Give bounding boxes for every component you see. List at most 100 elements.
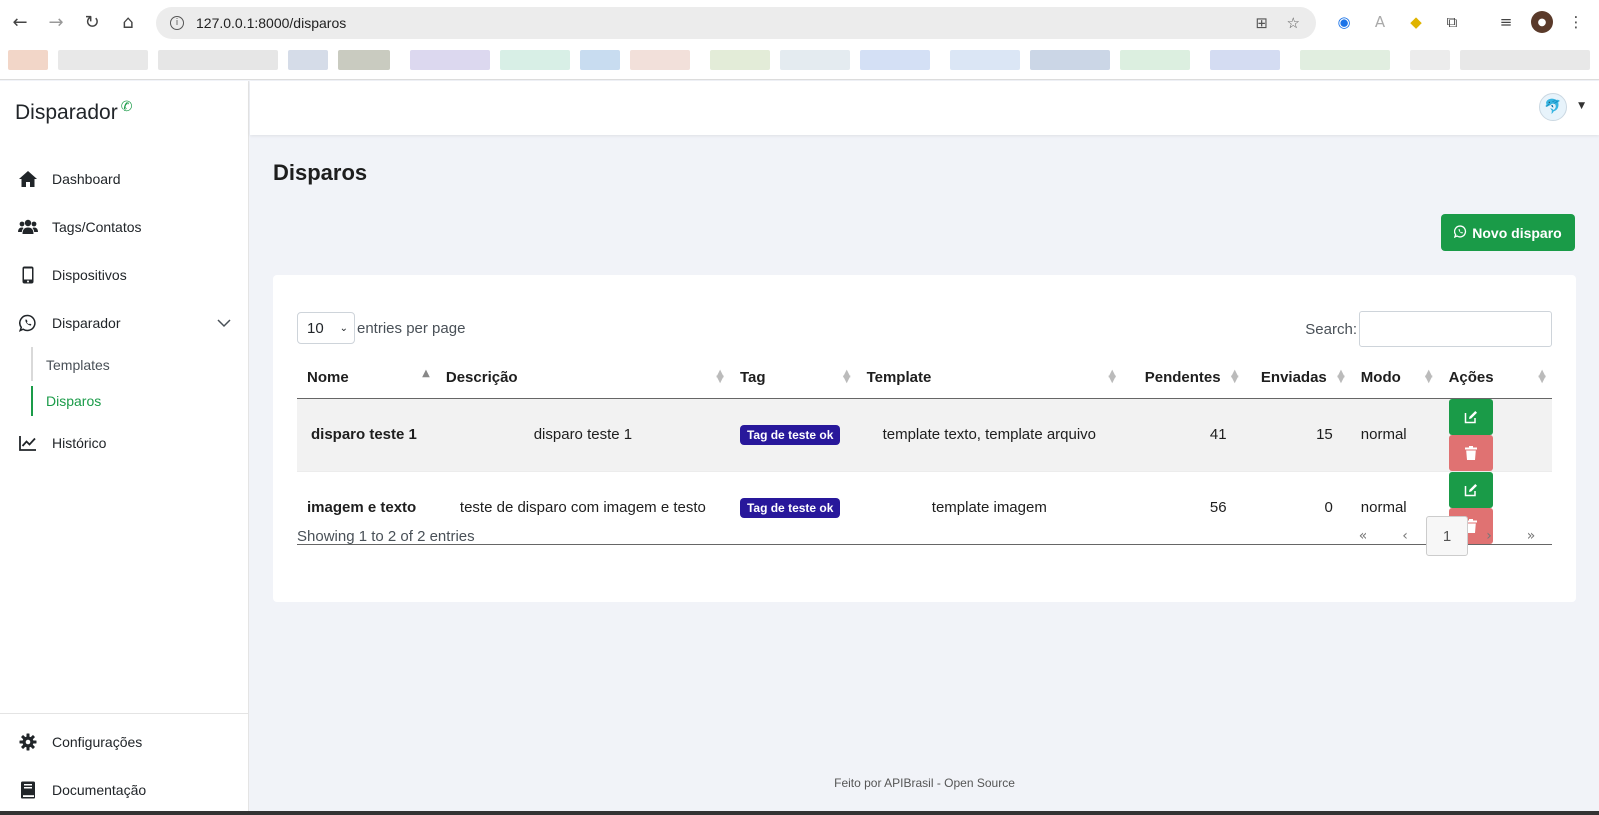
bookmark-item[interactable] (410, 50, 490, 70)
users-icon (18, 217, 38, 237)
sort-icon: ▲ ▼ (1424, 368, 1433, 385)
column-header-modo[interactable]: Modo ▲ ▼ (1350, 358, 1439, 399)
pager-first[interactable]: « (1342, 516, 1384, 556)
bookmark-item[interactable] (580, 50, 620, 70)
trash-icon (1464, 445, 1477, 460)
star-icon[interactable]: ☆ (1287, 14, 1300, 32)
bookmarks-bar (0, 46, 1599, 72)
bookmark-item[interactable] (288, 50, 328, 70)
edit-button[interactable] (1448, 398, 1493, 435)
brand-name: Disparador (15, 101, 118, 124)
sidebar-subitem-label: Templates (46, 357, 110, 373)
extension-c-icon[interactable]: ◉ (1333, 11, 1355, 33)
sidebar-item-documentacao[interactable]: Documentação (0, 772, 249, 808)
bookmark-item[interactable] (1120, 50, 1190, 70)
column-header-pendentes[interactable]: Pendentes ▲ ▼ (1122, 358, 1245, 399)
user-avatar[interactable]: 🐬 (1539, 93, 1567, 121)
sidebar-item-dashboard[interactable]: Dashboard (0, 161, 249, 197)
cell-tag: Tag de teste ok (729, 471, 857, 545)
column-header-descricao[interactable]: Descrição ▲ ▼ (435, 358, 730, 399)
new-disparo-label: Novo disparo (1472, 224, 1562, 241)
window-bottom-edge (0, 811, 1599, 815)
bookmark-item[interactable] (780, 50, 850, 70)
menu-icon[interactable]: ⋮ (1565, 11, 1587, 33)
sidebar-item-historico[interactable]: Histórico (0, 425, 249, 461)
bookmark-item[interactable] (500, 50, 570, 70)
reload-icon[interactable]: ↻ (80, 10, 104, 34)
sort-icon: ▲ ▼ (716, 368, 724, 385)
page-title: Disparos (273, 160, 368, 185)
sidebar-item-label: Disparador (52, 315, 121, 331)
sidebar-item-configuracoes[interactable]: Configurações (0, 724, 249, 760)
bookmark-item[interactable] (1300, 50, 1390, 70)
sidebar-item-label: Dashboard (52, 171, 121, 187)
cell-template: template texto, template arquivo (856, 398, 1123, 472)
sidebar-subitem-templates[interactable]: Templates (31, 350, 110, 380)
caret-down-icon[interactable]: ▼ (1578, 101, 1585, 111)
gear-icon (18, 732, 38, 752)
pager-last[interactable]: » (1510, 516, 1552, 556)
edit-button[interactable] (1448, 471, 1493, 508)
pager-current[interactable]: 1 (1426, 516, 1468, 556)
site-info-icon[interactable]: i (170, 16, 184, 30)
media-icon[interactable]: ≡ (1495, 11, 1517, 33)
cell-acoes (1438, 398, 1552, 472)
column-label: Template (866, 369, 932, 387)
profile-avatar[interactable]: ● (1531, 11, 1553, 33)
column-header-tag[interactable]: Tag ▲ ▼ (729, 358, 857, 399)
address-bar[interactable]: i 127.0.0.1:8000/disparos ⊞ ☆ (156, 7, 1316, 39)
bookmark-item[interactable] (1460, 50, 1590, 70)
forward-icon[interactable]: → (44, 10, 68, 34)
table-header-row: Nome ▲ Descrição ▲ ▼ Tag ▲ ▼ Template ▲ ▼ Pende… (297, 358, 1552, 399)
extension-p-icon[interactable]: ◆ (1405, 11, 1427, 33)
sidebar-item-dispositivos[interactable]: Dispositivos (0, 257, 249, 293)
per-page-value: 10 (307, 319, 324, 337)
column-header-enviadas[interactable]: Enviadas ▲ ▼ (1244, 358, 1351, 399)
home-icon (18, 169, 38, 189)
sidebar-item-disparador[interactable]: Disparador (0, 305, 249, 341)
per-page-select[interactable]: 10 ⌄ (297, 312, 355, 344)
delete-button[interactable] (1448, 434, 1493, 471)
cell-modo: normal (1350, 398, 1439, 472)
sidebar-subitem-disparos[interactable]: Disparos (31, 386, 101, 416)
sidebar-divider (0, 713, 248, 714)
bookmark-item[interactable] (950, 50, 1020, 70)
bookmark-item[interactable] (58, 50, 148, 70)
bookmark-item[interactable] (8, 50, 48, 70)
sidebar-item-tags-contatos[interactable]: Tags/Contatos (0, 209, 249, 245)
new-disparo-button[interactable]: Novo disparo (1441, 214, 1575, 251)
sidebar: Disparador ✆ Dashboard Tags/Contatos Dis… (0, 81, 249, 815)
pager-prev[interactable]: ‹ (1384, 516, 1426, 556)
column-header-nome[interactable]: Nome ▲ (297, 358, 436, 399)
whatsapp-icon: ✆ (120, 99, 133, 115)
column-header-template[interactable]: Template ▲ ▼ (856, 358, 1123, 399)
book-icon (18, 780, 38, 800)
bookmark-item[interactable] (1210, 50, 1280, 70)
tag-badge: Tag de teste ok (739, 497, 841, 518)
cell-descricao: disparo teste 1 (435, 398, 730, 472)
bookmark-item[interactable] (338, 50, 390, 70)
cell-enviadas: 0 (1244, 471, 1351, 545)
extension-a-icon[interactable]: A (1369, 11, 1391, 33)
back-icon[interactable]: ← (8, 10, 32, 34)
home-icon[interactable]: ⌂ (116, 10, 140, 34)
search-input[interactable] (1359, 311, 1552, 347)
bookmark-item[interactable] (860, 50, 930, 70)
extensions-icon[interactable]: ⧉ (1441, 11, 1463, 33)
sort-asc-icon: ▲ (422, 368, 430, 379)
whatsapp-icon (18, 313, 38, 333)
bookmark-item[interactable] (158, 50, 278, 70)
cell-pendentes: 41 (1122, 398, 1245, 472)
bookmark-item[interactable] (630, 50, 690, 70)
bookmark-item[interactable] (710, 50, 770, 70)
translate-icon[interactable]: ⊞ (1255, 14, 1268, 32)
sidebar-subitem-label: Disparos (46, 393, 102, 409)
column-label: Tag (739, 369, 766, 387)
bookmark-item[interactable] (1030, 50, 1110, 70)
bookmark-item[interactable] (1410, 50, 1450, 70)
sidebar-item-label: Dispositivos (52, 267, 127, 283)
brand[interactable]: Disparador ✆ (15, 99, 133, 125)
pagination: « ‹ 1 › » (1342, 516, 1552, 556)
column-header-acoes[interactable]: Ações ▲ ▼ (1438, 358, 1552, 399)
pager-next[interactable]: › (1468, 516, 1510, 556)
